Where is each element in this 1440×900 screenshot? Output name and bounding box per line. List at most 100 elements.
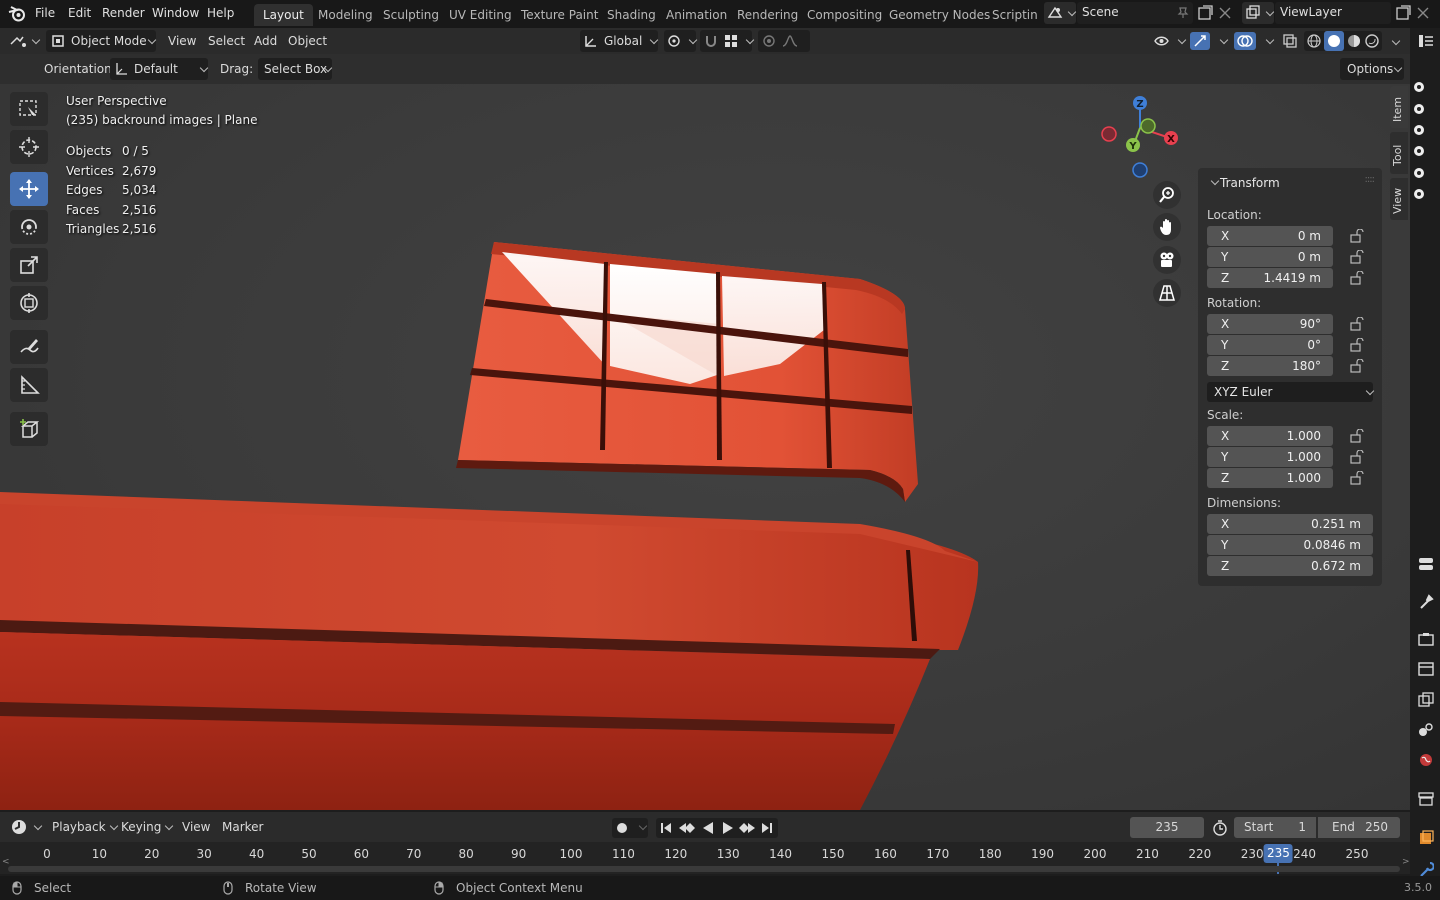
end-frame-field[interactable]: End 250: [1318, 817, 1400, 838]
menu-render[interactable]: Render: [102, 6, 145, 20]
marker-menu[interactable]: Marker: [216, 816, 269, 838]
world-properties-icon[interactable]: [1418, 752, 1434, 768]
properties-editor-icon[interactable]: [1418, 556, 1434, 572]
collection-properties-icon[interactable]: [1418, 792, 1434, 806]
location-y-field[interactable]: Y 0 m: [1207, 247, 1333, 267]
tab-layout[interactable]: Layout: [254, 4, 313, 26]
playhead-frame-indicator[interactable]: 235: [1263, 844, 1293, 863]
gizmo-toggle-button[interactable]: [1190, 32, 1210, 50]
pan-button[interactable]: [1153, 213, 1181, 241]
editor-type-button[interactable]: [8, 30, 42, 52]
rotate-tool-button[interactable]: [10, 210, 48, 244]
jump-to-start-icon[interactable]: [659, 821, 673, 835]
rotation-y-field[interactable]: Y 0°: [1207, 335, 1333, 355]
menu-view[interactable]: View: [162, 30, 202, 52]
lock-rotation-z-icon[interactable]: [1350, 359, 1364, 373]
jump-to-keyframe-forward-icon[interactable]: [738, 821, 756, 835]
record-icon[interactable]: [616, 822, 628, 834]
gizmo-neg-z-icon[interactable]: [1132, 162, 1148, 178]
location-z-field[interactable]: Z 1.4419 m: [1207, 268, 1333, 288]
pivot-point-dropdown[interactable]: [664, 30, 698, 52]
lock-location-z-icon[interactable]: [1350, 271, 1364, 285]
blender-logo-icon[interactable]: [8, 5, 26, 23]
dimensions-z-field[interactable]: Z 0.672 m: [1207, 556, 1373, 576]
add-cube-tool-button[interactable]: [10, 412, 48, 446]
transform-tool-button[interactable]: [10, 286, 48, 320]
delete-viewlayer-icon[interactable]: [1417, 7, 1429, 19]
sidebar-tab-item[interactable]: Item: [1390, 86, 1408, 128]
timeline-editor-type-button[interactable]: [8, 816, 43, 838]
timeline-scrollbar[interactable]: [8, 866, 1400, 872]
timeline-ruler[interactable]: 0 10 20 30 40 50 60 70 80 90 100 110 120 130 140 150 160…: [0, 842, 1410, 874]
rotation-x-field[interactable]: X 90°: [1207, 314, 1333, 334]
camera-visibility-icon[interactable]: [1413, 103, 1425, 115]
drag-handle-icon[interactable]: ::::: [1365, 174, 1376, 185]
menu-window[interactable]: Window: [152, 6, 199, 20]
camera-visibility-icon[interactable]: [1413, 81, 1425, 93]
visibility-dropdown[interactable]: [1152, 30, 1187, 52]
current-frame-field[interactable]: 235: [1130, 817, 1204, 838]
lock-location-x-icon[interactable]: [1350, 229, 1364, 243]
snap-increment-icon[interactable]: [724, 34, 738, 48]
sidebar-tab-view[interactable]: View: [1390, 178, 1408, 220]
menu-edit[interactable]: Edit: [68, 6, 91, 20]
tab-scripting[interactable]: Scripting: [984, 4, 1038, 26]
wireframe-shading-icon[interactable]: [1306, 33, 1322, 49]
transform-orientation-dropdown[interactable]: Global: [580, 30, 659, 52]
gizmo-neg-x-icon[interactable]: [1101, 126, 1117, 142]
menu-file[interactable]: File: [35, 6, 55, 20]
camera-view-button[interactable]: [1153, 246, 1181, 274]
falloff-curve-icon[interactable]: [782, 34, 798, 48]
menu-help[interactable]: Help: [207, 6, 234, 20]
tab-rendering[interactable]: Rendering: [728, 4, 807, 26]
timeline-view-menu[interactable]: View: [176, 816, 216, 838]
location-x-field[interactable]: X 0 m: [1207, 226, 1333, 246]
scale-x-field[interactable]: X 1.000: [1207, 426, 1333, 446]
scene-browse-button[interactable]: [1044, 2, 1077, 24]
rendered-shading-icon[interactable]: [1364, 33, 1380, 49]
menu-select[interactable]: Select: [202, 30, 251, 52]
overlays-toggle-button[interactable]: [1234, 32, 1256, 50]
transform-collapse-chevron-icon[interactable]: [1210, 176, 1220, 186]
lock-scale-z-icon[interactable]: [1350, 471, 1364, 485]
navigation-gizmo[interactable]: Z X Y: [1096, 92, 1186, 182]
dimensions-y-field[interactable]: Y 0.0846 m: [1207, 535, 1373, 555]
scroll-left-icon[interactable]: <: [2, 857, 10, 867]
orientation-default-dropdown[interactable]: Default: [110, 58, 209, 80]
lock-rotation-y-icon[interactable]: [1350, 338, 1364, 352]
keying-menu[interactable]: Keying: [115, 816, 178, 838]
perspective-toggle-button[interactable]: [1153, 279, 1181, 307]
tab-modeling[interactable]: Modeling: [309, 4, 382, 26]
annotate-tool-button[interactable]: [10, 330, 48, 364]
tab-sculpting[interactable]: Sculpting: [374, 4, 448, 26]
dimensions-x-field[interactable]: X 0.251 m: [1207, 514, 1373, 534]
options-dropdown[interactable]: Options: [1340, 58, 1404, 80]
solid-shading-button[interactable]: [1324, 31, 1344, 51]
scale-z-field[interactable]: Z 1.000: [1207, 468, 1333, 488]
sidebar-tab-tool[interactable]: Tool: [1390, 132, 1408, 174]
tab-geometry-nodes[interactable]: Geometry Nodes: [880, 4, 999, 26]
material-preview-icon[interactable]: [1346, 33, 1362, 49]
tab-shading[interactable]: Shading: [598, 4, 665, 26]
select-box-tool-button[interactable]: [10, 92, 48, 126]
cursor-tool-button[interactable]: [10, 130, 48, 164]
rotation-mode-dropdown[interactable]: XYZ Euler: [1207, 382, 1375, 402]
pin-icon[interactable]: [1177, 7, 1189, 19]
camera-visibility-icon[interactable]: [1413, 188, 1425, 200]
shading-options-chevron-icon[interactable]: [1391, 36, 1401, 46]
3d-viewport[interactable]: User Perspective (235) backround images …: [0, 84, 1410, 810]
viewlayer-browse-button[interactable]: [1242, 2, 1275, 24]
view-layer-properties-icon[interactable]: [1418, 692, 1434, 708]
gizmo-neg-y-icon[interactable]: [1140, 118, 1156, 134]
start-frame-field[interactable]: Start 1: [1234, 817, 1316, 838]
outliner-editor-icon[interactable]: [1418, 34, 1434, 48]
zoom-button[interactable]: [1153, 181, 1181, 209]
object-properties-icon[interactable]: [1418, 830, 1434, 846]
tab-uv-editing[interactable]: UV Editing: [440, 4, 521, 26]
output-properties-icon[interactable]: [1418, 662, 1434, 676]
snap-magnet-icon[interactable]: [704, 34, 718, 48]
new-viewlayer-icon[interactable]: [1395, 5, 1411, 21]
proportional-edit-icon[interactable]: [762, 34, 776, 48]
move-tool-button[interactable]: [10, 172, 48, 206]
jump-to-keyframe-back-icon[interactable]: [678, 821, 696, 835]
